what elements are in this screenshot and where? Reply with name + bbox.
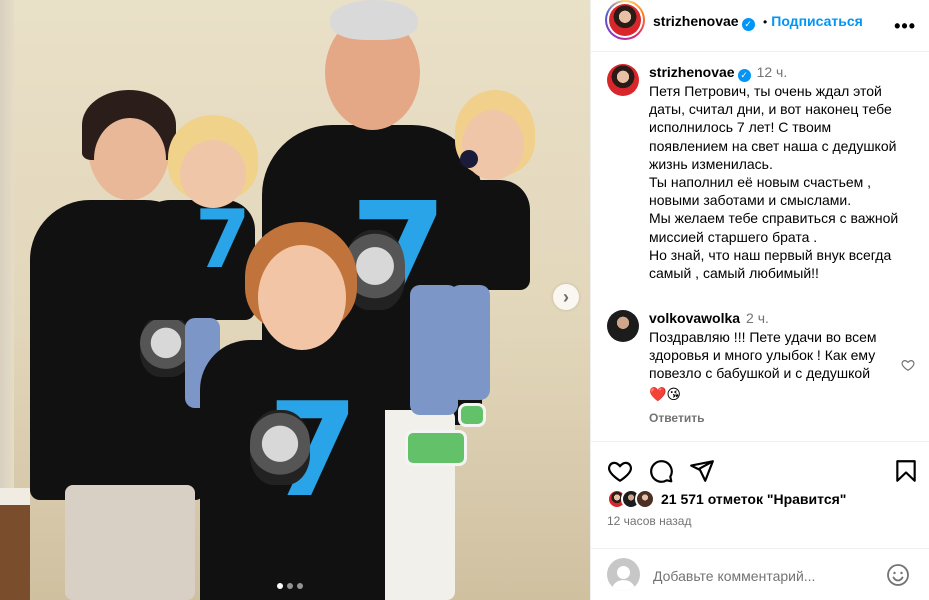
heart-icon[interactable] [607,458,633,484]
caption-avatar[interactable] [607,64,639,96]
post-time-ago: 12 часов назад [607,514,692,528]
next-arrow-icon[interactable]: › [553,284,579,310]
post-caption: strizhenovae ✓ 12 ч. Петя Петрович, ты оче… [607,64,917,282]
current-user-avatar [607,558,640,591]
caption-text: Петя Петрович, ты очень ждал этой даты, … [649,83,899,282]
verified-badge-icon: ✓ [737,69,751,82]
post-side-panel: strizhenovae ✓ • Подписаться ••• strizheno… [590,0,929,600]
emoji-icon[interactable] [886,563,910,587]
caption-time: 12 ч. [756,64,788,80]
author-avatar[interactable] [605,0,645,40]
comment-item: volkovawolka 2 ч. Поздравляю !!! Пете уда… [607,310,917,425]
verified-badge-icon: ✓ [741,18,755,31]
reply-button[interactable]: Ответить [649,411,889,425]
more-icon[interactable]: ••• [894,16,916,37]
share-icon[interactable] [689,458,715,484]
carousel-dot [297,583,303,589]
carousel-dot [287,583,293,589]
carousel-dot [277,583,283,589]
photo-baseboard [0,488,30,506]
commenter-username[interactable]: volkovawolka [649,310,740,326]
comment-icon[interactable] [648,458,674,484]
post-header: strizhenovae ✓ • Подписаться ••• [591,0,929,52]
author-username[interactable]: strizhenovae [653,13,739,29]
likes-count[interactable]: 21 571 отметок "Нравится" [661,491,846,507]
likes-row[interactable]: 21 571 отметок "Нравится" [607,489,846,509]
header-separator: • [763,15,768,29]
comment-bar: Добавьте комментарий... [591,548,929,600]
liker-avatar [635,489,655,509]
caption-username[interactable]: strizhenovae [649,64,735,80]
comment-input[interactable]: Добавьте комментарий... [653,568,815,584]
follow-button[interactable]: Подписаться [771,13,863,29]
comment-text: Поздравляю !!! Пете удачи во всем здоров… [649,329,877,382]
carousel-dots [277,583,303,589]
photo-floor [0,505,30,600]
comment-emojis: ❤️😘 [649,385,682,402]
comment-time: 2 ч. [746,310,769,326]
bookmark-icon[interactable] [893,458,919,484]
post-photo[interactable]: 7 7 7 › [0,0,590,600]
like-heart-icon[interactable] [901,358,915,372]
commenter-avatar[interactable] [607,310,639,342]
